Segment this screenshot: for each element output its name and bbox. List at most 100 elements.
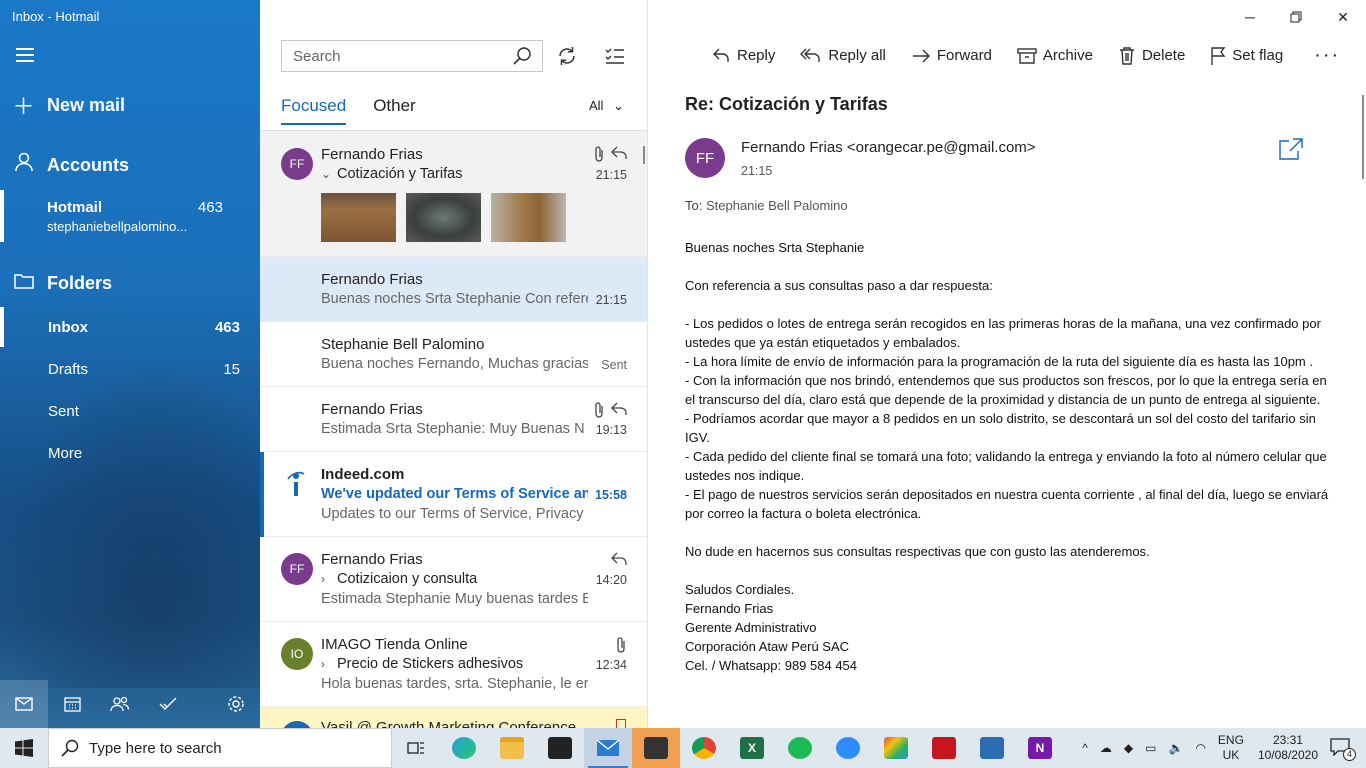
system-tray: ^ ☁ ◆ ▭ 🔈 ◠ ENG UK 23:31 10/08/2020 4: [1076, 728, 1366, 768]
folder-inbox-count: 463: [214, 318, 240, 336]
list-item[interactable]: Stephanie Bell Palomino Buena noches Fer…: [260, 322, 647, 387]
clock[interactable]: 23:31 10/08/2020: [1258, 733, 1318, 763]
message-preview: Estimada Stephanie Muy buenas tardes E: [321, 591, 588, 607]
list-item[interactable]: IO IMAGO Tienda Online › Precio de Sticke…: [260, 622, 647, 707]
body-point-3: - Con la información que nos brindó, ent…: [685, 373, 1327, 407]
sender-name: Fernando Frias: [321, 271, 423, 288]
to-label: To:: [685, 198, 703, 213]
more-actions-icon[interactable]: ···: [1314, 44, 1340, 67]
body-intro: Con referencia a sus consultas paso a da…: [685, 278, 993, 293]
photos-icon[interactable]: [968, 728, 1016, 768]
mail-app-icon[interactable]: [584, 728, 632, 768]
folder-drafts-count: 15: [223, 360, 240, 378]
new-mail-button[interactable]: ＋ New mail: [0, 90, 260, 120]
email-subject: Re: Cotización y Tarifas: [685, 94, 888, 114]
message-time: 19:13: [595, 423, 627, 437]
calendar-icon[interactable]: [48, 680, 96, 728]
list-item[interactable]: Indeed.com We've updated our Terms of Se…: [260, 452, 647, 537]
chrome-icon[interactable]: [680, 728, 728, 768]
list-item[interactable]: Fernando Frias Buenas noches Srta Stepha…: [260, 257, 647, 322]
message-icons: [592, 145, 628, 163]
sender-name: Stephanie Bell Palomino: [321, 336, 485, 353]
volume-icon[interactable]: 🔈: [1168, 741, 1183, 755]
command-bar: Reply Reply all Forward Archive Delete S…: [711, 44, 1365, 67]
window-title: Inbox - Hotmail: [12, 9, 100, 24]
todo-icon[interactable]: [144, 680, 192, 728]
archive-button[interactable]: Archive: [1017, 47, 1093, 65]
tab-other[interactable]: Other: [373, 96, 416, 125]
folder-icon: [0, 270, 47, 296]
message-preview: Hola buenas tardes, srta. Stephanie, le …: [321, 676, 588, 692]
dropbox-icon[interactable]: ◆: [1124, 741, 1133, 755]
message-list-pane: Search Focused Other All ⌄ FF Fernando F…: [260, 0, 648, 728]
spotify-icon[interactable]: [776, 728, 824, 768]
accounts-button[interactable]: Accounts: [0, 150, 260, 180]
taskbar-search-placeholder: Type here to search: [89, 739, 222, 757]
signature-line: Fernando Frias: [685, 601, 774, 616]
task-view-icon[interactable]: [392, 728, 440, 768]
reply-button[interactable]: Reply: [711, 47, 775, 65]
list-item[interactable]: FF Fernando Frias ⌄ Cotización y Tarifas …: [260, 131, 647, 257]
notification-center-icon[interactable]: 4: [1330, 737, 1356, 761]
maximize-icon[interactable]: [1281, 6, 1311, 28]
folder-inbox[interactable]: Inbox 463: [0, 306, 260, 348]
account-count: 463: [197, 199, 223, 216]
attachment-thumbnail[interactable]: [491, 193, 566, 242]
subject-line: › Cotizicaion y consulta: [321, 571, 588, 587]
chevron-up-icon[interactable]: ^: [1082, 741, 1088, 755]
folder-sent[interactable]: Sent: [0, 390, 260, 432]
scrollbar[interactable]: [1362, 95, 1364, 179]
excel-icon[interactable]: X: [728, 728, 776, 768]
paint-icon[interactable]: [872, 728, 920, 768]
accounts-label: Accounts: [47, 154, 130, 175]
battery-icon[interactable]: ▭: [1145, 741, 1156, 755]
wifi-icon[interactable]: ◠: [1195, 741, 1205, 755]
onedrive-icon[interactable]: ☁: [1100, 741, 1112, 755]
list-item[interactable]: Vasil @ Growth Marketing Conference: [260, 707, 647, 728]
recipient-name[interactable]: Stephanie Bell Palomino: [706, 198, 848, 213]
folder-inbox-label: Inbox: [48, 318, 88, 336]
delete-button[interactable]: Delete: [1118, 46, 1185, 66]
reply-all-button[interactable]: Reply all: [800, 47, 886, 65]
language-indicator[interactable]: ENG UK: [1218, 733, 1244, 763]
search-input[interactable]: Search: [281, 40, 543, 72]
scrollbar[interactable]: [643, 146, 645, 164]
windows-start-icon[interactable]: [0, 728, 48, 768]
attachment-thumbnail[interactable]: [321, 193, 396, 242]
clock-date: 10/08/2020: [1257, 748, 1318, 762]
acrobat-icon[interactable]: [920, 728, 968, 768]
set-flag-button[interactable]: Set flag: [1210, 46, 1283, 66]
folder-more[interactable]: More: [0, 432, 260, 474]
selection-mode-icon[interactable]: [603, 44, 627, 68]
sender-address[interactable]: Fernando Frias <orangecar.pe@gmail.com>: [741, 139, 1036, 156]
tab-focused[interactable]: Focused: [281, 96, 347, 125]
edge-icon[interactable]: [440, 728, 488, 768]
sticky-notes-icon[interactable]: [632, 728, 680, 768]
forward-button[interactable]: Forward: [911, 47, 992, 64]
replied-icon: [611, 552, 627, 565]
store-icon[interactable]: [536, 728, 584, 768]
sync-icon[interactable]: [555, 44, 579, 68]
minimize-icon[interactable]: ─: [1235, 6, 1265, 28]
settings-gear-icon[interactable]: [212, 680, 260, 728]
close-icon[interactable]: ✕: [1328, 6, 1358, 28]
search-icon: [513, 47, 531, 65]
attachment-thumbnail[interactable]: [406, 193, 481, 242]
taskbar-search-input[interactable]: Type here to search: [48, 728, 392, 768]
message-time: 15:58: [595, 488, 627, 502]
file-explorer-icon[interactable]: [488, 728, 536, 768]
open-in-new-window-icon[interactable]: [1279, 138, 1303, 160]
mail-icon[interactable]: [0, 680, 48, 728]
people-icon[interactable]: [96, 680, 144, 728]
hamburger-menu-icon[interactable]: [16, 48, 34, 62]
list-item[interactable]: Fernando Frias Estimada Srta Stephanie: …: [260, 387, 647, 452]
folders-button[interactable]: Folders: [0, 268, 260, 298]
zoom-icon[interactable]: [824, 728, 872, 768]
reply-all-label: Reply all: [828, 47, 886, 64]
filter-dropdown[interactable]: All ⌄: [589, 98, 624, 114]
onenote-icon[interactable]: N: [1016, 728, 1064, 768]
account-hotmail[interactable]: Hotmail 463 stephaniebellpalomino...: [0, 190, 260, 242]
folder-drafts[interactable]: Drafts 15: [0, 348, 260, 390]
list-item[interactable]: FF Fernando Frias › Cotizicaion y consult…: [260, 537, 647, 622]
subject-text: Precio de Stickers adhesivos: [337, 656, 524, 672]
